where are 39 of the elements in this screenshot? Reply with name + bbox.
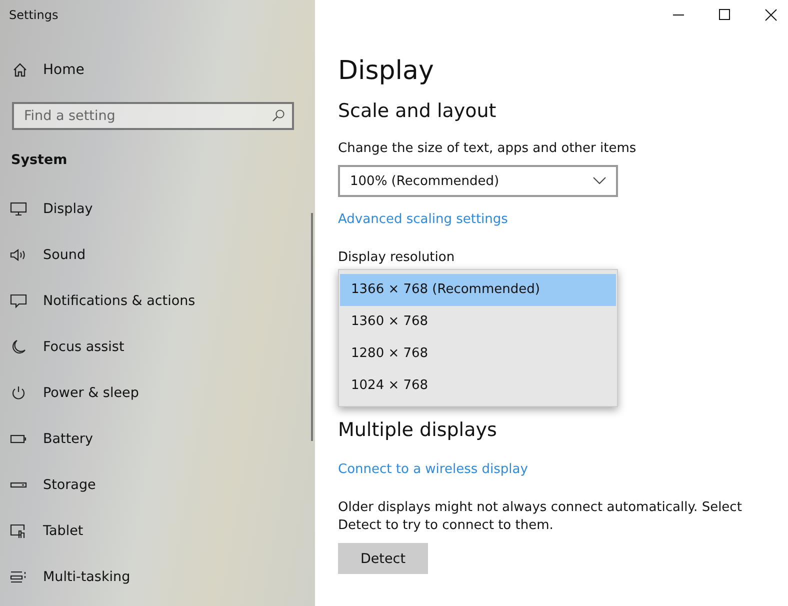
power-icon [10, 385, 27, 401]
home-icon [12, 62, 28, 78]
speech-bubble-icon [10, 293, 27, 309]
menu-item[interactable]: 1024 × 768 [340, 370, 616, 402]
search-icon [272, 109, 285, 122]
menu-item[interactable]: 1366 × 768 (Recommended) [340, 274, 616, 306]
link[interactable]: Connect to a wireless display [338, 462, 528, 477]
menu-item[interactable]: 1360 × 768 [340, 306, 616, 338]
home-link[interactable]: Home [12, 62, 84, 78]
maximize-icon[interactable] [719, 9, 731, 21]
sidebar-item[interactable]: Notifications & actions [0, 292, 315, 310]
section-heading: System [11, 152, 68, 168]
detect-button[interactable]: Detect [338, 543, 428, 574]
speaker-icon [10, 247, 27, 263]
sidebar-item[interactable]: Storage [0, 476, 315, 494]
sidebar-item[interactable]: Tablet [0, 522, 315, 540]
chevron-icon [593, 177, 606, 185]
sidebar-item[interactable]: Multi-tasking [0, 568, 315, 586]
sidebar-item[interactable]: Focus assist [0, 338, 315, 356]
scrollbar[interactable] [311, 213, 313, 441]
search-field[interactable]: Find a setting [12, 102, 294, 130]
page-title: Display [338, 56, 435, 86]
tablet-icon [10, 523, 27, 539]
section-heading: Scale and layout [338, 100, 498, 122]
sidebar-item[interactable]: Sound [0, 246, 315, 264]
sidebar-item[interactable]: Battery [0, 430, 315, 448]
scale-dropdown[interactable]: 100% (Recommended) [338, 165, 618, 197]
monitor-icon [10, 201, 27, 217]
sidebar-item[interactable]: Display [0, 200, 315, 218]
moon-icon [10, 339, 27, 355]
window-title: Settings [8, 7, 60, 24]
section-heading: Multiple displays [338, 419, 498, 441]
field-label: Display resolution [338, 250, 456, 265]
field-label: Change the size of text, apps and other items [338, 141, 638, 156]
sidebar-item[interactable]: Power & sleep [0, 384, 315, 402]
close-icon[interactable] [765, 9, 777, 21]
note-text: Older displays might not always connect automatically. Select Detect to try to connect to them. [338, 499, 743, 535]
menu-item[interactable]: 1280 × 768 [340, 338, 616, 370]
link[interactable]: Advanced scaling settings [338, 212, 508, 227]
